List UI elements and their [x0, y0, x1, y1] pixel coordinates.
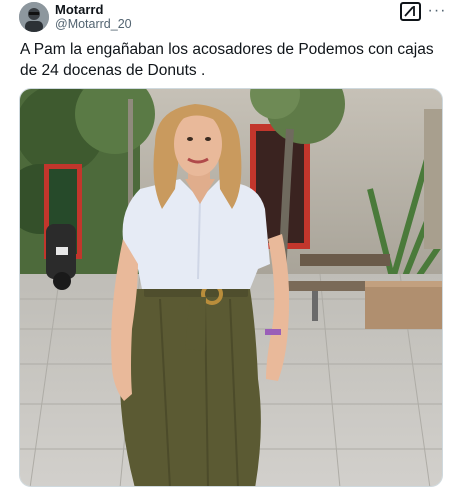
tweet-text: A Pam la engañaban los acosadores de Pod…	[20, 41, 434, 79]
author-display-name[interactable]: Motarrd	[55, 2, 103, 17]
more-icon[interactable]: ···	[428, 3, 446, 19]
grok-icon[interactable]	[400, 2, 421, 21]
avatar[interactable]	[19, 2, 49, 32]
photo-image	[20, 89, 442, 486]
tweet-photo[interactable]	[19, 88, 443, 487]
author-handle[interactable]: @Motarrd_20	[55, 17, 132, 32]
